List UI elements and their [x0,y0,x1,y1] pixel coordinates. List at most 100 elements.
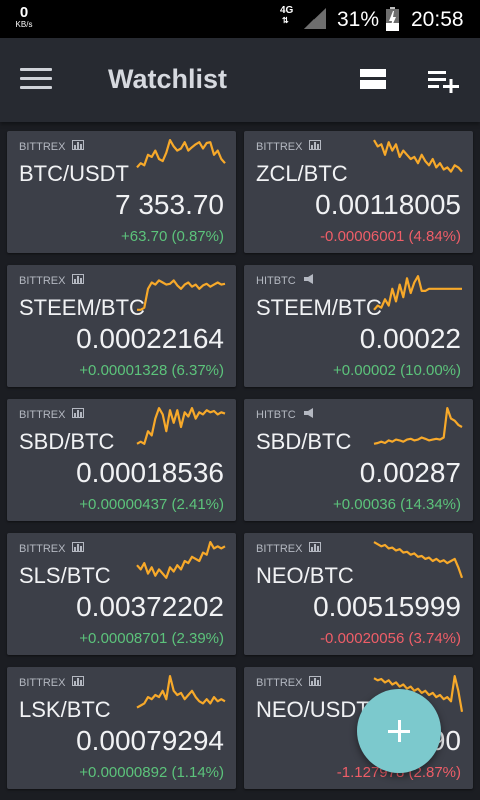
pair-label: NEO/USDT [256,697,370,722]
watchlist-card[interactable]: BITTREX SBD/BTC 0.00018536 +0.00000437 (… [7,399,236,521]
megaphone-icon [303,274,315,287]
pair-label: NEO/BTC [256,563,354,588]
pair-label: STEEM/BTC [19,295,145,320]
bar-chart-icon [72,274,85,287]
sparkline-chart [136,674,226,709]
card-exchange: HITBTC [256,274,315,287]
sparkline-path [373,139,463,173]
price-change: +0.00036 (14.34%) [332,496,461,513]
bar-chart-icon [309,676,322,689]
sparkline-path [373,541,463,579]
sparkline-chart [137,279,226,311]
sparkline-chart [136,138,226,169]
pair-label: SBD/BTC [19,429,115,454]
network-speed-unit: KB/s [15,20,33,29]
sparkline-chart [373,541,463,579]
pair-label: STEEM/BTC [256,295,382,320]
exchange-label: BITTREX [19,676,66,689]
price-change: +0.00002 (10.00%) [332,362,461,379]
card-exchange: HITBTC [256,408,315,421]
exchange-label: BITTREX [19,542,66,555]
price-value: 0.00372202 [76,591,224,622]
clock: 20:58 [411,8,464,31]
sparkline-path [373,406,463,445]
price-value: 7 353.70 [115,189,224,220]
watchlist-card[interactable]: BITTREX SLS/BTC 0.00372202 +0.00008701 (… [7,533,236,655]
sparkline-chart [136,540,226,579]
playlist-add-icon[interactable] [428,69,460,93]
watchlist-card[interactable]: BITTREX STEEM/BTC 0.00022164 +0.00001328… [7,265,236,387]
network-type-label: 4G [280,5,294,16]
exchange-label: BITTREX [256,676,303,689]
signal-icon [304,8,326,29]
sparkline-chart [373,139,463,173]
card-exchange: BITTREX [19,140,85,153]
data-activity-icon: ⇅ [282,16,289,25]
price-change: +0.00001328 (6.37%) [79,362,224,379]
bar-chart-icon [72,542,85,555]
battery-charging-icon [386,7,399,31]
pair-label: BTC/USDT [19,161,129,186]
price-change: +0.00000892 (1.14%) [79,764,224,781]
exchange-label: BITTREX [256,140,303,153]
sparkline-path [136,406,226,445]
watchlist-card[interactable]: BITTREX NEO/BTC 0.00515999 -0.00020056 (… [244,533,473,655]
watchlist-card[interactable]: BITTREX ZCL/BTC 0.00118005 -0.00006001 (… [244,131,473,253]
pair-label: LSK/BTC [19,697,111,722]
card-exchange: BITTREX [19,274,85,287]
bar-chart-icon [72,140,85,153]
price-value: 0.00515999 [313,591,461,622]
view-agenda-icon[interactable] [360,69,386,89]
card-exchange: BITTREX [256,542,322,555]
sparkline-path [373,275,462,311]
sparkline-chart [373,406,463,445]
bar-chart-icon [309,140,322,153]
sparkline-path [137,279,226,311]
card-exchange: BITTREX [19,542,85,555]
sparkline-path [136,540,226,579]
watchlist-card[interactable]: HITBTC STEEM/BTC 0.00022 +0.00002 (10.00… [244,265,473,387]
megaphone-icon [303,408,315,421]
watchlist-card[interactable]: BITTREX LSK/BTC 0.00079294 +0.00000892 (… [7,667,236,789]
exchange-label: BITTREX [256,542,303,555]
exchange-label: HITBTC [256,274,296,287]
card-exchange: BITTREX [19,676,85,689]
price-change: -0.00006001 (4.84%) [320,228,461,245]
battery-percent: 31% [337,8,380,31]
price-value: 0.00079294 [76,725,224,756]
sparkline-path [136,674,226,709]
exchange-label: BITTREX [19,408,66,421]
exchange-label: BITTREX [19,140,66,153]
bar-chart-icon [309,542,322,555]
exchange-label: HITBTC [256,408,296,421]
page-title: Watchlist [108,64,228,94]
price-value: 0.00018536 [76,457,224,488]
bar-chart-icon [72,676,85,689]
price-value: 0.00118005 [315,189,461,220]
watchlist-card[interactable]: BITTREX BTC/USDT 7 353.70 +63.70 (0.87%) [7,131,236,253]
price-change: +0.00000437 (2.41%) [79,496,224,513]
network-speed: 0 KB/s [10,5,38,29]
hamburger-menu-icon[interactable] [20,68,52,90]
card-exchange: BITTREX [256,140,322,153]
price-change: -0.00020056 (3.74%) [320,630,461,647]
watchlist-card[interactable]: HITBTC SBD/BTC 0.00287 +0.00036 (14.34%) [244,399,473,521]
network-speed-value: 0 [19,4,29,21]
card-exchange: BITTREX [256,676,322,689]
pair-label: ZCL/BTC [256,161,348,186]
app-bar: Watchlist [0,38,480,122]
price-value: 0.00022 [359,323,461,354]
price-change: +0.00008701 (2.39%) [79,630,224,647]
pair-label: SLS/BTC [19,563,111,588]
sparkline-path [136,138,226,169]
price-value: 0.00022164 [76,323,224,354]
sparkline-chart [373,275,462,311]
sparkline-chart [136,406,226,445]
network-type: 4G ⇅ [280,6,293,25]
bar-chart-icon [72,408,85,421]
price-value: 0.00287 [359,457,461,488]
exchange-label: BITTREX [19,274,66,287]
add-pair-fab[interactable] [357,689,441,773]
pair-label: SBD/BTC [256,429,352,454]
status-bar: 0 KB/s 4G ⇅ 31% 20:58 [0,0,480,38]
